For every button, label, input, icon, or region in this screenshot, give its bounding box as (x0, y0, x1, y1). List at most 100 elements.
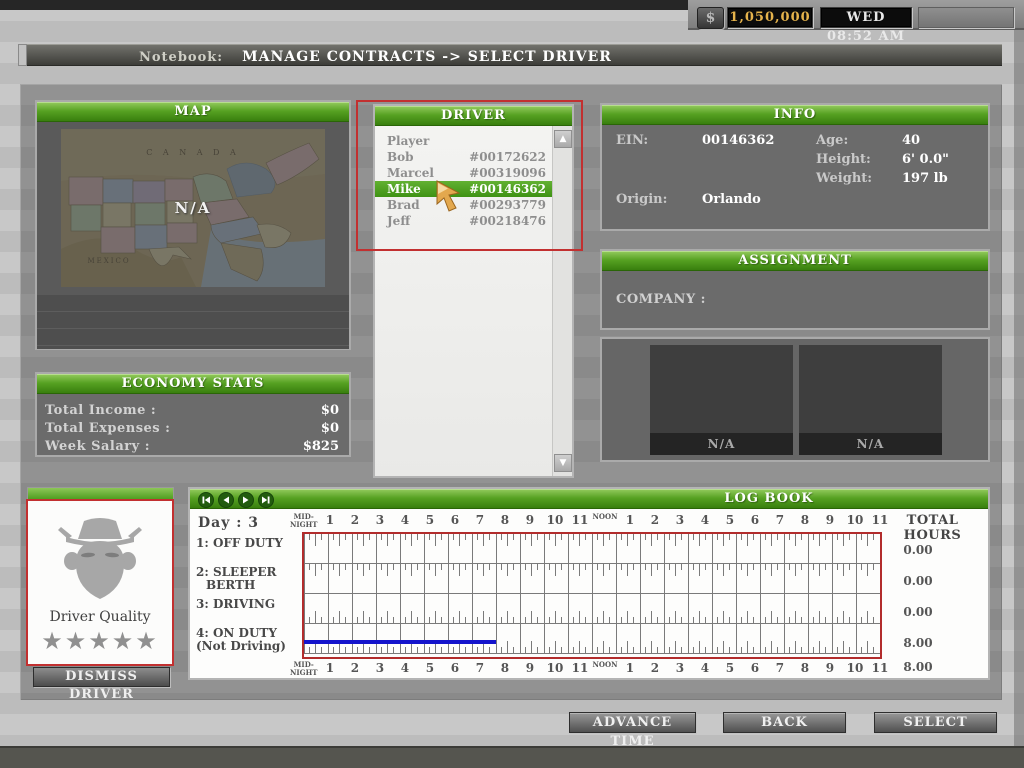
driver-quality-card: Driver Quality ★★★★★ (28, 501, 172, 664)
map-panel-header: MAP (37, 102, 349, 122)
hour-label: 5 (417, 659, 442, 677)
scroll-down-icon[interactable]: ▼ (554, 454, 572, 472)
grid-row-driving (304, 594, 880, 624)
hud-bar: $ 1,050,000 WED 08:52 AM (688, 0, 1024, 30)
hour-label: 11 (567, 511, 592, 529)
grand-total-hours: 8.00 (888, 660, 948, 674)
driver-list-item[interactable]: Player (375, 133, 552, 149)
economy-stats-panel: ECONOMY STATS Total Income :$0Total Expe… (35, 372, 351, 457)
notebook-bar-tab (18, 44, 27, 66)
hour-label: 6 (742, 659, 767, 677)
hour-label: 6 (442, 511, 467, 529)
hour-label: 4 (392, 659, 417, 677)
logbook-panel: LOG BOOK Day : 3 MID- NIGHT1234567891011… (188, 487, 990, 680)
info-field: Origin:Orlando (616, 190, 816, 209)
select-button[interactable]: SELECT (874, 712, 997, 733)
hour-label: 8 (792, 511, 817, 529)
hour-label: 7 (767, 659, 792, 677)
logbook-row-label: 3: DRIVING (196, 598, 300, 611)
driver-list-scrollbar[interactable]: ▲ ▼ (552, 126, 572, 476)
row-total-hours: 8.00 (888, 636, 948, 650)
hour-label: 6 (442, 659, 467, 677)
driver-list-panel: DRIVER PlayerBob#00172622Marcel#00319096… (373, 104, 574, 478)
bottom-bar (0, 746, 1024, 768)
driver-avatar-icon (54, 515, 146, 601)
economy-row: Total Income :$0 (45, 402, 339, 420)
info-header: INFO (602, 105, 988, 125)
grid-row-sleeper-berth (304, 564, 880, 594)
info-fields-right: Age:40Height:6' 0.0"Weight:197 lb (816, 131, 986, 188)
notebook-title-bar: Notebook: MANAGE CONTRACTS -> SELECT DRI… (27, 44, 1002, 66)
hour-label: 9 (517, 511, 542, 529)
hour-label: NOON (592, 511, 617, 529)
economy-row: Total Expenses :$0 (45, 420, 339, 438)
assignment-slot: N/A (799, 345, 942, 455)
row-total-hours: 0.00 (888, 543, 948, 557)
hour-label: NOON (592, 659, 617, 677)
hour-label: MID- NIGHT (290, 659, 317, 677)
economy-row: Week Salary :$825 (45, 438, 339, 456)
grid-row-on-duty (304, 624, 880, 654)
assignment-slot: N/A (650, 345, 793, 455)
hour-label: 10 (542, 511, 567, 529)
hour-label: 3 (367, 659, 392, 677)
logbook-header: LOG BOOK (190, 489, 988, 509)
hour-label: 2 (342, 659, 367, 677)
hour-label: 1 (317, 511, 342, 529)
hour-label: 11 (567, 659, 592, 677)
dismiss-driver-button[interactable]: DISMISS DRIVER (33, 667, 170, 687)
hour-label: 3 (667, 659, 692, 677)
hour-label: 9 (517, 659, 542, 677)
hour-label: 3 (367, 511, 392, 529)
driver-list-item[interactable]: Jeff#00218476 (375, 213, 552, 229)
row-total-hours: 0.00 (888, 605, 948, 619)
advance-time-button[interactable]: ADVANCE TIME (569, 712, 696, 733)
back-button[interactable]: BACK (723, 712, 846, 733)
driver-list-item[interactable]: Brad#00293779 (375, 197, 552, 213)
hour-label: 5 (717, 659, 742, 677)
economy-stats-header: ECONOMY STATS (37, 374, 349, 394)
money-display: 1,050,000 (727, 7, 813, 28)
assignment-slot-caption: N/A (799, 433, 942, 455)
driver-list-item[interactable]: Bob#00172622 (375, 149, 552, 165)
logbook-row-label: 4: ON DUTY(Not Driving) (196, 627, 300, 653)
driver-list-item[interactable]: Mike#00146362 (375, 181, 552, 197)
money-icon[interactable]: $ (697, 7, 724, 29)
row-total-hours: 0.00 (888, 574, 948, 588)
hour-label: 2 (642, 511, 667, 529)
logbook-row-label: 2: SLEEPERBERTH (196, 566, 300, 592)
logbook-grid (302, 532, 882, 659)
hour-label: 8 (792, 659, 817, 677)
hour-label: 9 (817, 659, 842, 677)
driver-list-header: DRIVER (375, 106, 572, 126)
info-field: EIN:00146362 (616, 131, 816, 150)
economy-rows: Total Income :$0Total Expenses :$0Week S… (37, 394, 349, 456)
company-label: COMPANY : (616, 292, 706, 307)
hour-label: 4 (392, 511, 417, 529)
hour-label: 1 (317, 659, 342, 677)
info-fields-left: EIN:00146362 Origin:Orlando (616, 131, 816, 209)
logbook-body: Day : 3 MID- NIGHT1234567891011NOON12345… (190, 509, 988, 678)
info-field: Age:40 (816, 131, 986, 150)
info-field: Weight:197 lb (816, 169, 986, 188)
hour-label: 7 (767, 511, 792, 529)
hour-label: 2 (642, 659, 667, 677)
map-empty-rows (37, 295, 349, 349)
hour-scale-bottom: MID- NIGHT1234567891011NOON1234567891011 (290, 659, 890, 677)
driver-list-item[interactable]: Marcel#00319096 (375, 165, 552, 181)
hour-label: 1 (617, 659, 642, 677)
hour-label: MID- NIGHT (290, 511, 317, 529)
logbook-row-label: 1: OFF DUTY (196, 537, 300, 550)
scroll-up-icon[interactable]: ▲ (554, 130, 572, 148)
driver-quality-label: Driver Quality (28, 609, 172, 625)
hour-label: 5 (717, 511, 742, 529)
hour-label: 7 (467, 659, 492, 677)
hour-label: 10 (542, 659, 567, 677)
hud-blank-button (918, 7, 1014, 28)
map-na-overlay: N/A (61, 129, 325, 287)
hour-label: 6 (742, 511, 767, 529)
info-panel: INFO EIN:00146362 Origin:Orlando Age:40He… (600, 103, 990, 231)
hour-label: 8 (492, 511, 517, 529)
page-title: MANAGE CONTRACTS -> SELECT DRIVER (242, 49, 612, 65)
hour-scale-top: MID- NIGHT1234567891011NOON1234567891011 (290, 511, 890, 529)
